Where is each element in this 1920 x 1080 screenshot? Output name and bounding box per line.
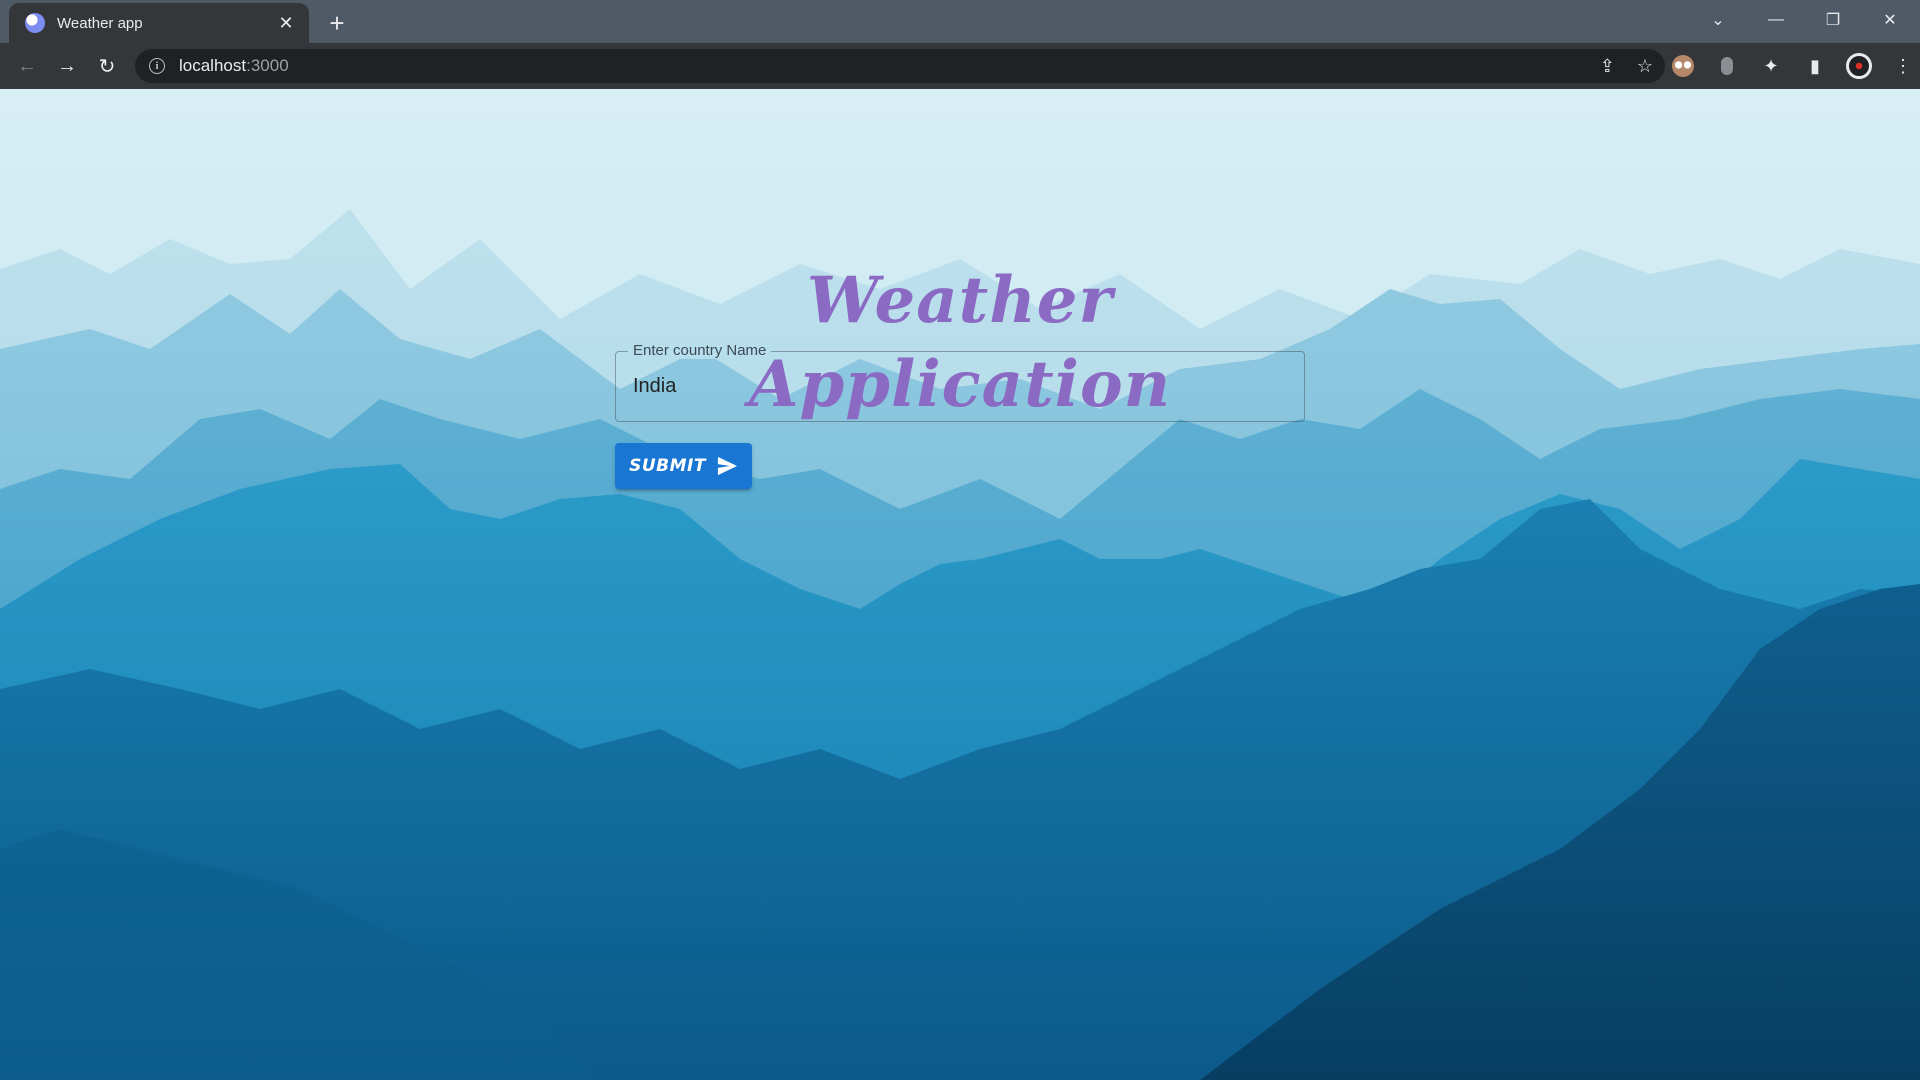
share-icon[interactable]: ⇪ <box>1600 56 1615 77</box>
browser-tab[interactable]: Weather app ✕ <box>9 3 309 43</box>
country-name-input[interactable] <box>616 352 1304 421</box>
extensions-puzzle-icon[interactable]: ✦ <box>1758 53 1784 79</box>
weather-favicon-icon <box>25 13 45 33</box>
browser-tabstrip: Weather app ✕ + ⌄ — ❐ ✕ <box>0 0 1920 43</box>
country-name-label: Enter country Name <box>628 342 772 359</box>
browser-menu-icon[interactable]: ⋮ <box>1890 53 1916 79</box>
send-icon <box>717 456 737 476</box>
bookmark-star-icon[interactable]: ☆ <box>1637 56 1653 77</box>
page-viewport: Weather Application Enter country Name S… <box>0 89 1920 1080</box>
reload-button[interactable]: ↻ <box>90 49 124 83</box>
new-tab-button[interactable]: + <box>322 8 352 38</box>
back-button[interactable]: ← <box>10 49 44 83</box>
submit-button[interactable]: SUBMIT <box>615 443 752 489</box>
extension-area: ✦ ▮ ⋮ <box>1670 49 1916 83</box>
restore-button[interactable]: ❐ <box>1805 0 1861 40</box>
address-bar[interactable]: i localhost:3000 ⇪ ☆ <box>135 49 1665 83</box>
profile-avatar[interactable] <box>1846 53 1872 79</box>
forward-button[interactable]: → <box>50 49 84 83</box>
site-info-icon[interactable]: i <box>149 58 165 74</box>
tab-close-icon[interactable]: ✕ <box>275 12 297 34</box>
close-window-button[interactable]: ✕ <box>1862 0 1918 40</box>
owl-extension-icon[interactable] <box>1670 53 1696 79</box>
browser-toolbar: ← → ↻ i localhost:3000 ⇪ ☆ ✦ ▮ ⋮ <box>0 43 1920 89</box>
tab-title: Weather app <box>57 14 143 32</box>
minimize-button[interactable]: — <box>1748 0 1804 40</box>
url-port: :3000 <box>246 56 289 75</box>
submit-label: SUBMIT <box>629 456 706 476</box>
url-text[interactable]: localhost:3000 <box>179 56 289 76</box>
url-host: localhost <box>179 56 247 75</box>
mountain-background-image <box>0 89 1920 1080</box>
tab-search-button[interactable]: ⌄ <box>1690 0 1746 40</box>
side-panel-icon[interactable]: ▮ <box>1802 53 1828 79</box>
grey-extension-icon[interactable] <box>1714 53 1740 79</box>
country-name-field[interactable]: Enter country Name <box>615 342 1305 422</box>
